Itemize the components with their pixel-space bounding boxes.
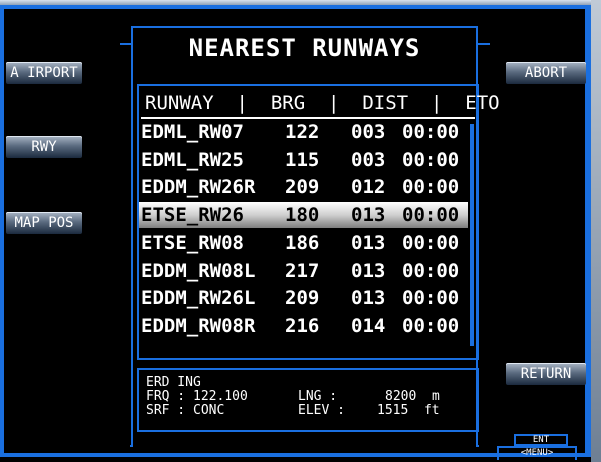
length-label: LNG :	[298, 389, 338, 404]
runway-id: EDML_RW07	[141, 121, 244, 143]
airport-button[interactable]: A IRPORT	[6, 62, 82, 84]
runway-id: ETSE_RW26	[141, 204, 244, 226]
runway-eto: 00:00	[402, 176, 460, 198]
runway-bearing: 216	[285, 315, 320, 337]
runway-distance: 013	[351, 260, 386, 282]
list-header: RUNWAY | BRG | DIST | ETO	[145, 92, 500, 114]
runway-bearing: 186	[285, 232, 320, 254]
runway-row[interactable]: EDDM_RW08R 216 014 00:00	[139, 313, 471, 339]
runway-id: EDDM_RW26R	[141, 176, 256, 198]
runway-eto: 00:00	[402, 232, 460, 254]
runway-bearing: 209	[285, 287, 320, 309]
runway-eto: 00:00	[402, 149, 460, 171]
scrollbar-thumb[interactable]	[470, 124, 474, 346]
airport-name: ERD ING	[146, 375, 201, 390]
runway-bearing: 217	[285, 260, 320, 282]
runway-id: EDDM_RW08R	[141, 315, 256, 337]
surface-value: CONC	[193, 403, 225, 418]
menu-softkey[interactable]: <MENU>	[497, 446, 577, 460]
runway-bearing: 122	[285, 121, 320, 143]
runway-bearing: 115	[285, 149, 320, 171]
abort-button[interactable]: ABORT	[506, 62, 586, 84]
runway-distance: 003	[351, 121, 386, 143]
runway-eto: 00:00	[402, 121, 460, 143]
runway-bearing: 180	[285, 204, 320, 226]
nearest-runways-screen: NEAREST RUNWAYS A IRPORT RWY MAP POS ABO…	[0, 0, 601, 462]
length-value: 8200 m	[385, 389, 440, 404]
frequency-label: FRQ :	[146, 389, 186, 404]
runway-eto: 00:00	[402, 260, 460, 282]
runway-eto: 00:00	[402, 315, 460, 337]
runway-distance: 013	[351, 232, 386, 254]
elevation-value: 1515 ft	[377, 403, 440, 418]
runway-bearing: 209	[285, 176, 320, 198]
surface-label: SRF :	[146, 403, 186, 418]
runway-row[interactable]: EDML_RW25 115 003 00:00	[139, 147, 471, 173]
runway-row[interactable]: EDDM_RW26R 209 012 00:00	[139, 174, 471, 200]
page-title: NEAREST RUNWAYS	[188, 34, 421, 62]
runway-id: EDDM_RW26L	[141, 287, 256, 309]
frequency-value: 122.100	[193, 389, 248, 404]
runway-distance: 003	[351, 149, 386, 171]
runway-id: EDDM_RW08L	[141, 260, 256, 282]
return-button[interactable]: RETURN	[506, 363, 586, 385]
runway-id: ETSE_RW08	[141, 232, 244, 254]
runway-row[interactable]: EDML_RW07 122 003 00:00	[139, 119, 471, 145]
runway-row[interactable]: EDDM_RW26L 209 013 00:00	[139, 285, 471, 311]
ent-softkey[interactable]: ENT	[514, 434, 568, 446]
runway-distance: 013	[351, 204, 386, 226]
rwy-button[interactable]: RWY	[6, 136, 82, 158]
runway-eto: 00:00	[402, 204, 460, 226]
runway-distance: 012	[351, 176, 386, 198]
runway-distance: 014	[351, 315, 386, 337]
runway-row[interactable]: ETSE_RW08 186 013 00:00	[139, 230, 471, 256]
runway-id: EDML_RW25	[141, 149, 244, 171]
runway-distance: 013	[351, 287, 386, 309]
runway-row[interactable]: EDDM_RW08L 217 013 00:00	[139, 258, 471, 284]
elevation-label: ELEV :	[298, 403, 345, 418]
map-pos-button[interactable]: MAP POS	[6, 212, 82, 234]
runway-eto: 00:00	[402, 287, 460, 309]
runway-row[interactable]: ETSE_RW26 180 013 00:00	[139, 202, 471, 228]
